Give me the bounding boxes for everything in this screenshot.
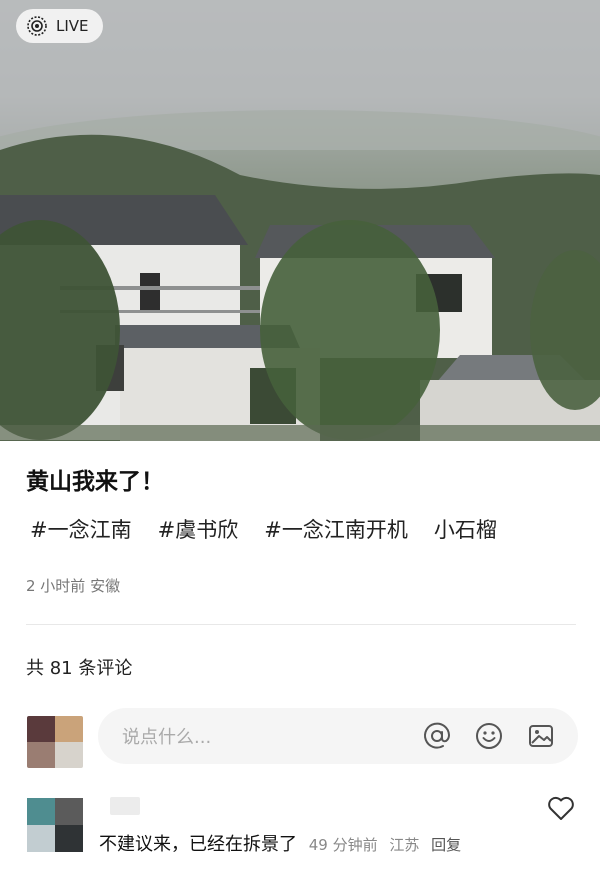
comment-location: 江苏	[389, 836, 420, 854]
post-title: 黄山我来了！	[26, 469, 164, 495]
list-item: 不建议来，已经在拆景了 49 分钟前 江苏 回复	[99, 830, 461, 856]
live-badge[interactable]: LIVE	[16, 9, 103, 43]
tag-link[interactable]: 小石榴	[434, 514, 497, 544]
live-icon	[27, 16, 47, 36]
avatar[interactable]	[27, 798, 83, 852]
username-redacted	[110, 797, 140, 815]
image-icon[interactable]	[526, 721, 556, 751]
tag-link[interactable]: #一念江南	[30, 514, 132, 544]
post-location: 安徽	[90, 577, 121, 595]
emoji-icon[interactable]	[474, 721, 504, 751]
comment-input-placeholder: 说点什么...	[122, 727, 212, 748]
avatar[interactable]	[27, 716, 83, 768]
divider	[26, 624, 576, 625]
comment-count: 共 81 条评论	[26, 658, 133, 679]
tag-list: #一念江南 #虞书欣 #一念江南开机 小石榴	[30, 514, 497, 544]
post-photo[interactable]: LIVE	[0, 0, 600, 441]
post-meta: 2 小时前 安徽	[26, 575, 120, 596]
heart-icon[interactable]	[546, 794, 576, 822]
photo-scene	[0, 0, 600, 441]
post-time: 2 小时前	[26, 577, 86, 595]
comment-text: 不建议来，已经在拆景了	[99, 834, 297, 855]
reply-button[interactable]: 回复	[431, 836, 461, 854]
comment-input[interactable]: 说点什么...	[98, 708, 578, 764]
tag-link[interactable]: #一念江南开机	[264, 514, 408, 544]
tag-link[interactable]: #虞书欣	[158, 514, 239, 544]
comment-time: 49 分钟前	[308, 836, 378, 854]
at-icon[interactable]	[422, 721, 452, 751]
live-label: LIVE	[56, 17, 89, 35]
